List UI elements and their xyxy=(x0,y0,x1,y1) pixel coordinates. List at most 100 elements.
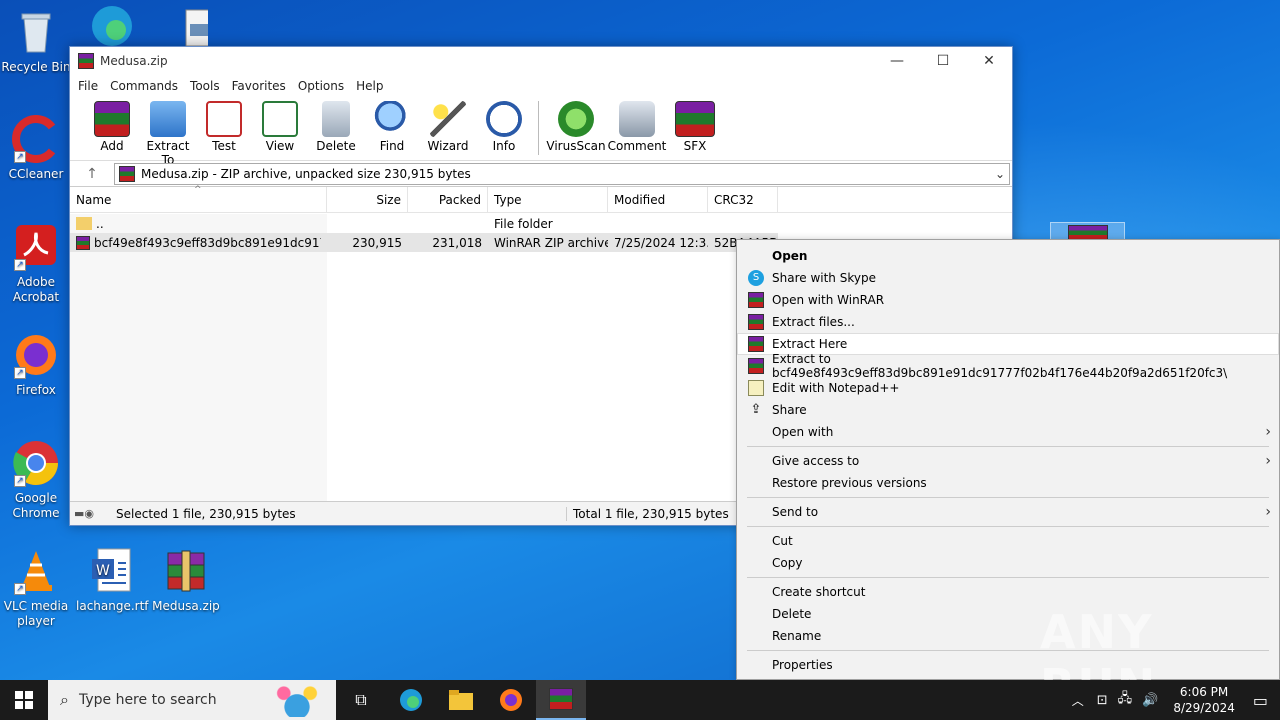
start-button[interactable] xyxy=(0,680,48,720)
info-button[interactable]: Info xyxy=(476,97,532,153)
up-arrow-icon[interactable]: ↑ xyxy=(70,166,114,182)
menu-item-extract-to-folder[interactable]: Extract to bcf49e8f493c9eff83d9bc891e91d… xyxy=(737,352,1279,380)
menu-item-extract-files[interactable]: Extract files... xyxy=(737,311,1279,333)
view-button[interactable]: View xyxy=(252,97,308,153)
desktop-icon-lachange-rtf[interactable]: W lachange.rtf xyxy=(76,547,149,614)
notepad-plus-plus-icon xyxy=(748,380,764,396)
chevron-down-icon[interactable]: ⌄ xyxy=(995,167,1005,181)
maximize-button[interactable]: ☐ xyxy=(920,47,966,75)
winrar-icon xyxy=(748,314,764,330)
desktop-icon-google-chrome[interactable]: ↗ Google Chrome xyxy=(0,439,72,521)
menu-favorites[interactable]: Favorites xyxy=(226,79,292,93)
address-bar: ↑ Medusa.zip - ZIP archive, unpacked siz… xyxy=(70,161,1012,187)
wizard-button[interactable]: Wizard xyxy=(420,97,476,153)
menu-bar: File Commands Tools Favorites Options He… xyxy=(70,75,1012,97)
col-crc32[interactable]: CRC32 xyxy=(708,186,778,213)
table-row[interactable]: bcf49e8f493c9eff83d9bc891e91dc91777f02..… xyxy=(70,233,778,252)
shortcut-arrow-icon: ↗ xyxy=(14,475,26,487)
menu-file[interactable]: File xyxy=(72,79,104,93)
status-selected: Selected 1 file, 230,915 bytes xyxy=(116,506,296,521)
desktop-icon-firefox[interactable]: ↗ Firefox xyxy=(0,331,72,398)
svg-text:W: W xyxy=(96,563,110,579)
taskbar-edge[interactable] xyxy=(386,680,436,720)
menu-item-open-with-winrar[interactable]: Open with WinRAR xyxy=(737,289,1279,311)
network-device-icon[interactable]: ⊡ xyxy=(1097,693,1108,708)
menu-item-restore-previous-versions[interactable]: Restore previous versions xyxy=(737,472,1279,494)
path-field[interactable]: Medusa.zip - ZIP archive, unpacked size … xyxy=(114,162,1010,185)
winrar-icon xyxy=(119,165,135,182)
col-modified[interactable]: Modified xyxy=(608,186,708,213)
vlc-icon: ↗ xyxy=(12,547,60,595)
sort-indicator-icon: ^ xyxy=(194,185,202,195)
menu-help[interactable]: Help xyxy=(350,79,389,93)
folder-icon xyxy=(449,690,473,710)
menu-commands[interactable]: Commands xyxy=(104,79,184,93)
table-row[interactable]: .. File folder xyxy=(70,214,1012,233)
taskbar-firefox[interactable] xyxy=(486,680,536,720)
sfx-button[interactable]: SFX xyxy=(667,97,723,153)
task-view-button[interactable]: ⧉ xyxy=(336,680,386,720)
menu-item-label: Share xyxy=(772,403,807,417)
extract-to-button[interactable]: Extract To xyxy=(140,97,196,167)
notification-icon[interactable]: ▭ xyxy=(1253,691,1268,710)
firefox-icon xyxy=(500,689,522,711)
edge-icon xyxy=(400,689,422,711)
ccleaner-icon: ↗ xyxy=(12,115,60,163)
menu-item-send-to[interactable]: Send to › xyxy=(737,501,1279,523)
menu-item-cut[interactable]: Cut xyxy=(737,530,1279,552)
comment-button[interactable]: Comment xyxy=(607,97,667,153)
menu-item-open[interactable]: Open xyxy=(737,245,1279,267)
network-icon[interactable]: 🖧 xyxy=(1118,689,1133,711)
edge-icon xyxy=(88,2,136,50)
title-bar[interactable]: Medusa.zip — ☐ ✕ xyxy=(70,47,1012,75)
menu-item-open-with[interactable]: Open with › xyxy=(737,421,1279,443)
col-size[interactable]: Size xyxy=(327,186,408,213)
selected-desktop-item[interactable] xyxy=(1050,222,1125,241)
info-icon xyxy=(486,101,522,137)
find-button[interactable]: Find xyxy=(364,97,420,153)
menu-item-label: Extract files... xyxy=(772,315,855,329)
menu-separator xyxy=(747,446,1269,447)
row-type: WinRAR ZIP archive xyxy=(494,235,608,250)
minimize-button[interactable]: — xyxy=(874,47,920,75)
search-icon: ⌕ xyxy=(60,690,69,709)
test-clipboard-icon xyxy=(206,101,242,137)
desktop-icon-vlc[interactable]: ↗ VLC media player xyxy=(0,547,72,629)
menu-item-share[interactable]: ⇪ Share xyxy=(737,399,1279,421)
menu-tools[interactable]: Tools xyxy=(184,79,226,93)
desktop-icon-document[interactable] xyxy=(152,6,224,47)
clock[interactable]: 6:06 PM 8/29/2024 xyxy=(1173,684,1235,716)
menu-item-label: Edit with Notepad++ xyxy=(772,381,900,395)
menu-item-give-access-to[interactable]: Give access to › xyxy=(737,450,1279,472)
delete-button[interactable]: Delete xyxy=(308,97,364,153)
desktop-icon-medusa-zip[interactable]: Medusa.zip xyxy=(150,547,222,614)
close-button[interactable]: ✕ xyxy=(966,47,1012,75)
taskbar-file-explorer[interactable] xyxy=(436,680,486,720)
menu-item-share-with-skype[interactable]: S Share with Skype xyxy=(737,267,1279,289)
zip-file-icon xyxy=(76,235,90,250)
menu-options[interactable]: Options xyxy=(292,79,350,93)
desktop-icon-edge[interactable] xyxy=(72,2,152,46)
desktop-icon-recycle-bin[interactable]: Recycle Bin xyxy=(0,8,72,75)
add-button[interactable]: Add xyxy=(84,97,140,153)
col-type[interactable]: Type xyxy=(488,186,608,213)
volume-icon[interactable]: 🔊 xyxy=(1142,693,1158,708)
chevron-up-icon[interactable]: ︿ xyxy=(1072,692,1084,709)
desktop-icon-label: CCleaner xyxy=(8,167,64,181)
firefox-icon: ↗ xyxy=(12,331,60,379)
desktop-icon-ccleaner[interactable]: ↗ CCleaner xyxy=(0,115,72,182)
desktop-icon-adobe-acrobat[interactable]: ↗ Adobe Acrobat xyxy=(0,223,72,305)
menu-item-copy[interactable]: Copy xyxy=(737,552,1279,574)
virusscan-button[interactable]: VirusScan xyxy=(545,97,607,153)
desktop-icon-label: Recycle Bin xyxy=(1,60,71,74)
magnifier-icon xyxy=(374,101,410,137)
test-button[interactable]: Test xyxy=(196,97,252,153)
menu-item-create-shortcut[interactable]: Create shortcut xyxy=(737,581,1279,603)
chevron-right-icon: › xyxy=(1265,424,1271,440)
menu-item-edit-with-notepad[interactable]: Edit with Notepad++ xyxy=(737,377,1279,399)
col-packed[interactable]: Packed xyxy=(408,186,488,213)
toolbar-separator xyxy=(538,101,539,155)
chevron-right-icon: › xyxy=(1265,504,1271,520)
taskbar-winrar[interactable] xyxy=(536,680,586,720)
taskbar-search-box[interactable]: ⌕ Type here to search xyxy=(48,680,336,720)
